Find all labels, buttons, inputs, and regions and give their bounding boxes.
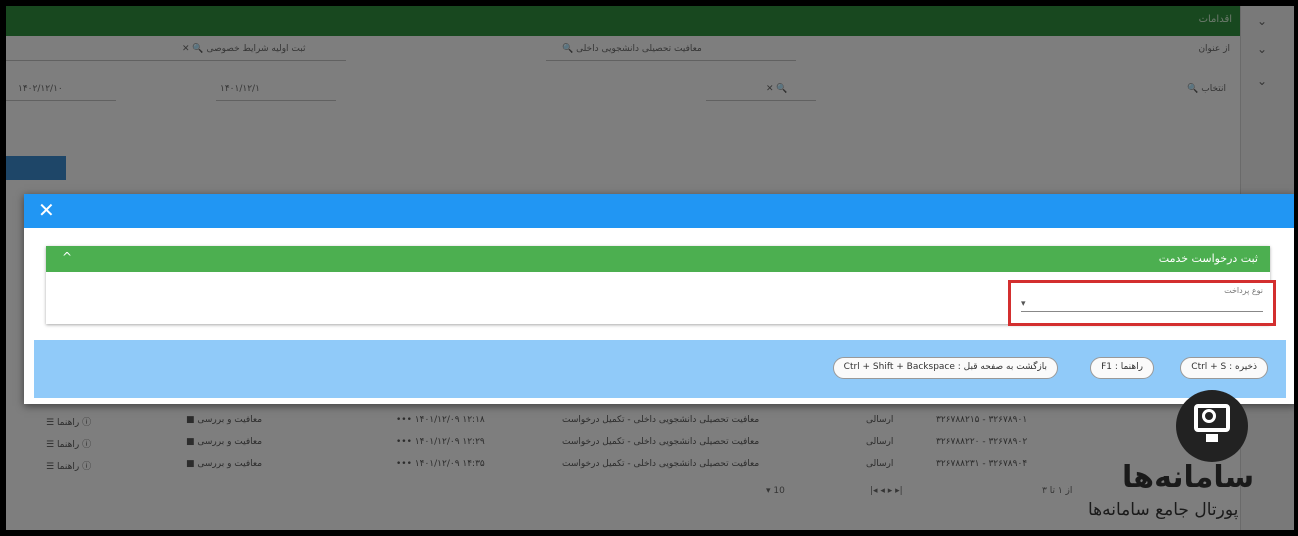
save-shortcut-chip[interactable]: Ctrl + S : ذخیره xyxy=(1180,357,1268,379)
close-icon[interactable]: ✕ xyxy=(38,198,55,222)
panel-title: ثبت درخواست خدمت xyxy=(1158,252,1258,265)
help-shortcut-chip[interactable]: F1 : راهنما xyxy=(1090,357,1154,379)
watermark-name: سامانه‌ها xyxy=(1122,460,1255,495)
chevron-up-icon[interactable]: ^ xyxy=(62,250,72,264)
shortcut-bar: Ctrl + S : ذخیره F1 : راهنما Ctrl + Shif… xyxy=(34,340,1286,398)
request-panel: ^ ثبت درخواست خدمت نوع پرداخت ▾ xyxy=(46,246,1276,326)
back-shortcut-chip[interactable]: Ctrl + Shift + Backspace : بازگشت به صفح… xyxy=(832,357,1058,379)
dialog-header: ✕ xyxy=(24,194,1294,228)
panel-header[interactable]: ^ ثبت درخواست خدمت xyxy=(46,246,1270,272)
monitor-stand-icon xyxy=(1206,434,1218,442)
magnifier-icon xyxy=(1202,409,1216,423)
request-dialog: ✕ ^ ثبت درخواست خدمت نوع پرداخت ▾ Ctrl +… xyxy=(24,194,1294,404)
field-underline xyxy=(1021,311,1263,312)
screen-frame: اقدامات ⌄ ⌄ ⌄ ✕ 🔍 ثبت اولیه شرایط خصوصی … xyxy=(6,6,1294,530)
payment-type-select[interactable]: نوع پرداخت ▾ xyxy=(1008,280,1276,326)
watermark-subtitle: پورتال جامع سامانه‌ها xyxy=(1088,500,1239,520)
field-label: نوع پرداخت xyxy=(1224,286,1263,295)
chevron-down-icon[interactable]: ▾ xyxy=(1021,299,1026,309)
